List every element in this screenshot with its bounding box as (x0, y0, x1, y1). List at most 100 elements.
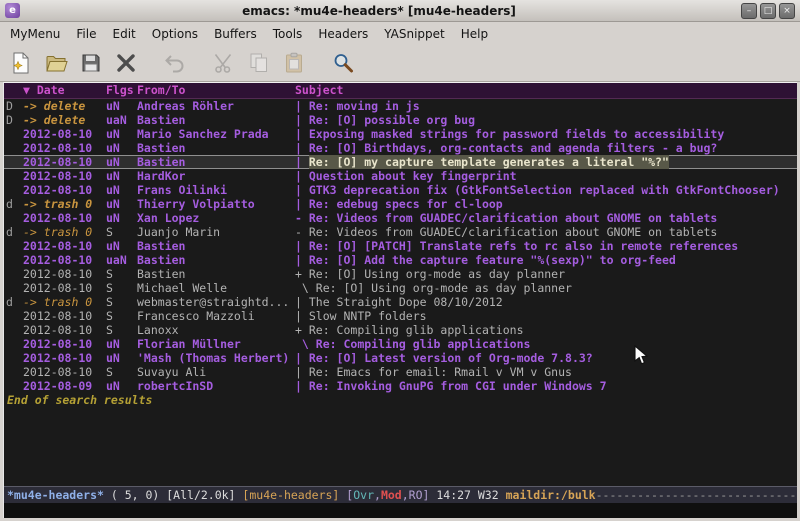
toolbar (0, 45, 800, 82)
message-row[interactable]: 2012-08-09uNrobertcInSD| Re: Invoking Gn… (4, 379, 797, 393)
new-file-icon[interactable] (6, 48, 36, 78)
message-date: -> trash 0 (23, 197, 106, 211)
message-row[interactable]: 2012-08-10SFrancesco Mazzoli| Slow NNTP … (4, 309, 797, 323)
message-subject: | Re: [O] possible org bug (295, 113, 797, 127)
menu-item-help[interactable]: Help (453, 24, 496, 44)
open-file-icon[interactable] (41, 48, 71, 78)
message-flags: S (106, 267, 137, 281)
menu-item-file[interactable]: File (68, 24, 104, 44)
save-icon[interactable] (76, 48, 106, 78)
message-subject: | Re: moving in js (295, 99, 797, 113)
message-row[interactable]: 2012-08-10SBastien+ Re: [O] Using org-mo… (4, 267, 797, 281)
message-row[interactable]: 2012-08-10uNBastien| Re: [O] [PATCH] Tra… (4, 239, 797, 253)
thread-connector: | (295, 155, 309, 169)
subject-text: Re: [O] my capture template generates a … (309, 155, 669, 169)
header-subject-col[interactable]: Subject (295, 83, 797, 98)
message-row[interactable]: 2012-08-10uNMario Sanchez Prada| Exposin… (4, 127, 797, 141)
message-row[interactable]: 2012-08-10uaNBastien| Re: [O] Add the ca… (4, 253, 797, 267)
window-titlebar[interactable]: e emacs: *mu4e-headers* [mu4e-headers] –… (0, 0, 800, 22)
message-subject: | Re: [O] my capture template generates … (295, 155, 797, 169)
menu-item-headers[interactable]: Headers (310, 24, 376, 44)
subject-text: Question about key fingerprint (309, 169, 517, 183)
message-flags: uN (106, 127, 137, 141)
message-date: 2012-08-10 (23, 281, 106, 295)
message-mark (6, 281, 23, 295)
close-button[interactable]: × (779, 3, 795, 19)
message-row[interactable]: 2012-08-10uN'Mash (Thomas Herbert)| Re: … (4, 351, 797, 365)
menu-item-buffers[interactable]: Buffers (206, 24, 265, 44)
message-row[interactable]: 2012-08-10SMichael Welle \ Re: [O] Using… (4, 281, 797, 295)
message-subject: | Question about key fingerprint (295, 169, 797, 183)
message-flags: uaN (106, 113, 137, 127)
message-row[interactable]: d-> trash 0Swebmaster@straightd...| The … (4, 295, 797, 309)
message-date: 2012-08-10 (23, 169, 106, 183)
message-from: Thierry Volpiatto (137, 197, 295, 211)
minibuffer[interactable] (4, 503, 797, 518)
message-row[interactable]: 2012-08-10SLanoxx+ Re: Compiling glib ap… (4, 323, 797, 337)
message-flags: uN (106, 169, 137, 183)
mode-line-segment: Mod (381, 487, 402, 503)
message-row[interactable]: 2012-08-10uNFlorian Müllner \ Re: Compil… (4, 337, 797, 351)
message-subject: | Re: [O] Birthdays, org-contacts and ag… (295, 141, 797, 155)
message-row[interactable]: 2012-08-10uNBastien| Re: [O] my capture … (4, 155, 797, 169)
menu-item-mymenu[interactable]: MyMenu (2, 24, 68, 44)
subject-text: Re: Emacs for email: Rmail v VM v Gnus (309, 365, 572, 379)
message-row[interactable]: d-> trash 0SJuanjo Marin- Re: Videos fro… (4, 225, 797, 239)
message-mark (6, 239, 23, 253)
emacs-icon: e (5, 3, 20, 18)
subject-text: Re: [O] [PATCH] Translate refs to rc als… (309, 239, 738, 253)
header-from-col[interactable]: From/To (137, 83, 295, 98)
mode-line-segment: ,RO] (402, 487, 437, 503)
thread-connector: - (295, 225, 309, 239)
message-from: Bastien (137, 141, 295, 155)
menu-item-options[interactable]: Options (144, 24, 206, 44)
mode-line-segment: [ (346, 487, 353, 503)
mu4e-headers-buffer: ▼ Date Flgs From/To Subject D-> deleteuN… (4, 83, 797, 486)
message-flags: uN (106, 379, 137, 393)
search-icon[interactable] (328, 48, 358, 78)
message-mark (6, 337, 23, 351)
menu-item-tools[interactable]: Tools (265, 24, 311, 44)
message-from: Mario Sanchez Prada (137, 127, 295, 141)
menu-bar: MyMenuFileEditOptionsBuffersToolsHeaders… (0, 23, 800, 45)
message-row[interactable]: 2012-08-10uNHardKor| Question about key … (4, 169, 797, 183)
kill-buffer-icon[interactable] (111, 48, 141, 78)
mode-line-segment: Ovr (353, 487, 374, 503)
message-mark (6, 169, 23, 183)
thread-connector: | (295, 197, 309, 211)
mode-line-segment: 14:27 W32 (436, 487, 505, 503)
message-date: 2012-08-10 (23, 253, 106, 267)
message-subject: | Re: [O] Latest version of Org-mode 7.8… (295, 351, 797, 365)
message-row[interactable]: 2012-08-10uNXan Lopez- Re: Videos from G… (4, 211, 797, 225)
message-row[interactable]: 2012-08-10SSuvayu Ali| Re: Emacs for ema… (4, 365, 797, 379)
message-from: Bastien (137, 155, 295, 169)
message-date: 2012-08-10 (23, 155, 106, 169)
header-flags-col[interactable]: Flgs (106, 83, 137, 98)
thread-connector: \ (295, 337, 316, 351)
message-row[interactable]: 2012-08-10uNBastien| Re: [O] Birthdays, … (4, 141, 797, 155)
message-from: robertcInSD (137, 379, 295, 393)
message-row[interactable]: 2012-08-10uNFrans Oilinki| GTK3 deprecat… (4, 183, 797, 197)
message-date: 2012-08-10 (23, 211, 106, 225)
message-flags: uN (106, 99, 137, 113)
message-date: 2012-08-10 (23, 127, 106, 141)
minimize-button[interactable]: – (741, 3, 757, 19)
message-flags: uN (106, 239, 137, 253)
message-row[interactable]: D-> deleteuaNBastien| Re: [O] possible o… (4, 113, 797, 127)
subject-text: Re: Videos from GUADEC/clarification abo… (309, 211, 718, 225)
menu-item-yasnippet[interactable]: YASnippet (376, 24, 453, 44)
message-from: Andreas Röhler (137, 99, 295, 113)
message-mark (6, 323, 23, 337)
message-mark (6, 211, 23, 225)
message-from: Michael Welle (137, 281, 295, 295)
message-mark (6, 183, 23, 197)
message-subject: | Slow NNTP folders (295, 309, 797, 323)
message-row[interactable]: d-> trash 0uNThierry Volpiatto| Re: edeb… (4, 197, 797, 211)
maximize-button[interactable]: □ (760, 3, 776, 19)
thread-connector: | (295, 183, 309, 197)
thread-connector: + (295, 323, 309, 337)
menu-item-edit[interactable]: Edit (105, 24, 144, 44)
message-from: webmaster@straightd... (137, 295, 295, 309)
header-date-col[interactable]: ▼ Date (23, 83, 106, 98)
message-row[interactable]: D-> deleteuNAndreas Röhler| Re: moving i… (4, 99, 797, 113)
